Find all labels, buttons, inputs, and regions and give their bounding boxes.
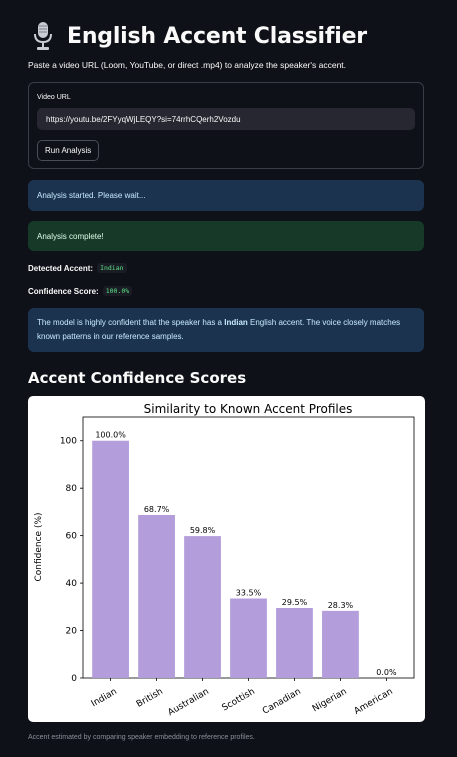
bar-chart: Similarity to Known Accent Profiles Conf… xyxy=(34,402,415,718)
analysis-complete-alert: Analysis complete! xyxy=(28,221,424,251)
y-tick-label-80: 80 xyxy=(66,484,78,494)
data-label-nigerian: 28.3% xyxy=(328,601,354,610)
y-tick-label-20: 20 xyxy=(66,627,78,637)
x-tick-label-british: British xyxy=(135,687,165,710)
explanation-box: The model is highly confident that the s… xyxy=(28,308,424,352)
analysis-form: Video URL Run Analysis xyxy=(28,82,424,169)
x-tick-label-scottish: Scottish xyxy=(221,687,257,714)
detected-accent-row: Detected Accent: Indian xyxy=(28,263,127,273)
explanation-accent: Indian xyxy=(224,318,248,327)
run-analysis-button[interactable]: Run Analysis xyxy=(37,140,100,161)
detected-accent-value: Indian xyxy=(97,263,127,273)
x-tick-label-australian: Australian xyxy=(166,687,210,718)
bar-indian xyxy=(92,440,129,678)
x-tick-label-indian: Indian xyxy=(90,687,119,710)
section-title: Accent Confidence Scores xyxy=(28,369,247,387)
x-tick-label-nigerian: Nigerian xyxy=(311,687,349,715)
footer-note: Accent estimated by comparing speaker em… xyxy=(28,734,255,741)
confidence-score-value: 100.0% xyxy=(102,286,133,296)
y-tick-label-0: 0 xyxy=(71,674,77,684)
data-label-canadian: 29.5% xyxy=(282,598,308,607)
bar-nigerian xyxy=(322,610,359,678)
y-axis-label: Confidence (%) xyxy=(34,512,44,581)
bar-canadian xyxy=(276,608,313,678)
analysis-started-alert: Analysis started. Please wait... xyxy=(28,180,424,211)
chart-title: Similarity to Known Accent Profiles xyxy=(144,402,353,416)
confidence-score-row: Confidence Score: 100.0% xyxy=(28,286,133,296)
data-label-british: 68.7% xyxy=(144,505,170,514)
page-subtitle: Paste a video URL (Loom, YouTube, or dir… xyxy=(28,60,347,70)
video-url-input[interactable] xyxy=(37,108,415,130)
confidence-score-label: Confidence Score: xyxy=(28,286,99,296)
data-label-australian: 59.8% xyxy=(190,526,216,535)
explanation-text-pre: The model is highly confident that the s… xyxy=(37,318,225,327)
bar-australian xyxy=(184,536,221,678)
page-title: English Accent Classifier xyxy=(67,23,367,49)
y-tick-label-100: 100 xyxy=(60,437,77,447)
y-tick-label-40: 40 xyxy=(66,579,78,589)
analysis-started-text: Analysis started. Please wait... xyxy=(37,191,146,200)
data-label-american: 0.0% xyxy=(376,668,397,677)
detected-accent-label: Detected Accent: xyxy=(28,263,94,273)
bar-british xyxy=(138,514,175,678)
chart-card: Similarity to Known Accent Profiles Conf… xyxy=(28,396,425,722)
x-tick-label-american: American xyxy=(353,687,395,717)
y-tick-label-60: 60 xyxy=(66,532,78,542)
analysis-complete-text: Analysis complete! xyxy=(37,231,104,241)
data-label-indian: 100.0% xyxy=(95,431,126,440)
header: English Accent Classifier xyxy=(33,18,367,54)
bar-scottish xyxy=(230,598,267,678)
microphone-icon xyxy=(33,21,53,51)
data-label-scottish: 33.5% xyxy=(236,589,262,598)
x-tick-label-canadian: Canadian xyxy=(261,687,303,717)
video-url-label: Video URL xyxy=(37,94,71,101)
